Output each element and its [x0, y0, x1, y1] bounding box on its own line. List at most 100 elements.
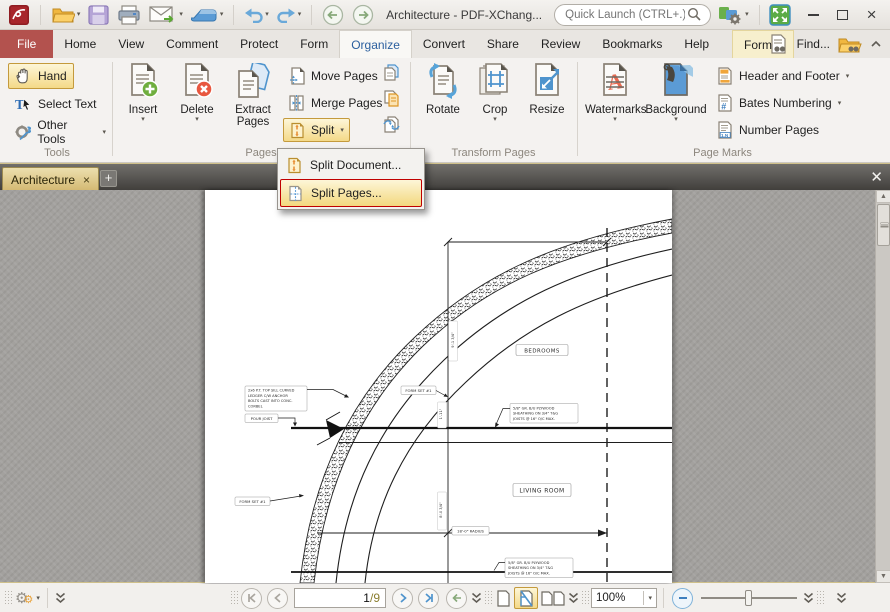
save-button[interactable]: [86, 3, 111, 27]
zoom-slider[interactable]: [701, 597, 797, 599]
delete-pages-button[interactable]: Delete ▾: [172, 62, 222, 146]
select-text-button[interactable]: T Select Text: [8, 91, 102, 117]
options-dropdown-icon[interactable]: ▾: [36, 595, 40, 602]
email-dropdown-icon[interactable]: ▾: [179, 11, 183, 18]
page-number-input[interactable]: 1/9: [294, 588, 386, 608]
redo-dropdown-icon[interactable]: ▾: [298, 11, 302, 18]
quick-launch-box[interactable]: [554, 4, 711, 26]
duplicate-pages-icon[interactable]: [383, 64, 400, 81]
rotate-pages-button[interactable]: Rotate: [418, 62, 468, 146]
view-history-expand-icon[interactable]: [471, 592, 482, 604]
continuous-view-button[interactable]: [514, 587, 538, 609]
tab-bookmarks[interactable]: Bookmarks: [591, 30, 673, 58]
resize-pages-button[interactable]: Resize: [522, 62, 572, 146]
first-page-button[interactable]: [241, 588, 262, 609]
fullscreen-button[interactable]: [767, 2, 793, 28]
find-icon[interactable]: [769, 34, 789, 54]
tab-close-icon[interactable]: ×: [83, 174, 90, 186]
tab-view[interactable]: View: [107, 30, 155, 58]
tab-file[interactable]: File: [0, 30, 53, 58]
email-button[interactable]: ▾: [147, 3, 185, 26]
zoom-out-button[interactable]: [672, 588, 693, 609]
tab-home[interactable]: Home: [53, 30, 107, 58]
scroll-down-icon[interactable]: ▼: [876, 570, 890, 583]
close-button[interactable]: ×: [859, 3, 884, 27]
ui-options-dropdown-icon[interactable]: ▾: [745, 11, 749, 18]
svg-text:FORM SET #1: FORM SET #1: [405, 388, 432, 393]
more-tools-expand-icon[interactable]: [836, 592, 847, 604]
background-button[interactable]: Background ▾: [645, 62, 707, 146]
header-footer-button[interactable]: Header and Footer ▾: [712, 64, 854, 88]
other-tools-button[interactable]: Other Tools ▾: [8, 119, 112, 145]
zoom-level-select[interactable]: 100% ▾: [591, 588, 657, 608]
document-tab-architecture[interactable]: Architecture ×: [2, 167, 99, 191]
close-document-icon[interactable]: ✕: [870, 168, 883, 186]
undo-dropdown-icon[interactable]: ▾: [265, 11, 269, 18]
exchange-pages-icon[interactable]: [383, 116, 400, 133]
back-button[interactable]: [320, 2, 346, 28]
bates-numbering-button[interactable]: # Bates Numbering ▾: [712, 91, 846, 115]
number-pages-button[interactable]: 1.N Number Pages: [712, 118, 824, 142]
tab-convert[interactable]: Convert: [412, 30, 476, 58]
hand-tool-button[interactable]: Hand: [8, 63, 74, 89]
undo-button[interactable]: ▾: [242, 4, 271, 25]
last-page-button[interactable]: [418, 588, 439, 609]
crop-pages-button[interactable]: Crop ▾: [470, 62, 520, 146]
watermarks-button[interactable]: A Watermarks ▾: [585, 62, 645, 146]
open-file-dropdown-icon[interactable]: ▾: [77, 11, 81, 18]
previous-view-button[interactable]: [446, 588, 467, 609]
previous-page-button[interactable]: [267, 588, 288, 609]
maximize-button[interactable]: [830, 3, 855, 27]
menu-item-split-pages[interactable]: Split Pages...: [280, 179, 422, 207]
next-page-button[interactable]: [392, 588, 413, 609]
toolbar-grip[interactable]: [581, 590, 589, 606]
tab-organize[interactable]: Organize: [339, 30, 412, 58]
app-logo-icon[interactable]: [6, 2, 32, 28]
ribbon: Hand T Select Text Other Tools ▾ Tools I…: [0, 58, 890, 163]
open-file-button[interactable]: ▾: [49, 3, 83, 26]
scan-dropdown-icon[interactable]: ▾: [220, 11, 224, 18]
scan-button[interactable]: ▾: [189, 4, 226, 26]
insert-pages-button[interactable]: Insert ▾: [118, 62, 168, 146]
tab-help[interactable]: Help: [673, 30, 720, 58]
crop-pages-label: Crop: [470, 104, 520, 116]
single-page-view-button[interactable]: [494, 588, 512, 608]
redo-button[interactable]: ▾: [275, 4, 304, 25]
toolbar-grip[interactable]: [230, 590, 238, 606]
scrollbar-thumb[interactable]: [877, 204, 890, 246]
find-label[interactable]: Find...: [797, 37, 830, 51]
two-page-view-button[interactable]: [540, 588, 566, 608]
replace-pages-icon[interactable]: [383, 90, 400, 107]
toolbar-grip[interactable]: [484, 590, 492, 606]
expand-panel-icon[interactable]: [55, 592, 66, 604]
tab-review[interactable]: Review: [530, 30, 591, 58]
ui-options-button[interactable]: ▾: [715, 2, 751, 28]
number-pages-icon: 1.N: [717, 121, 733, 139]
menu-item-split-document[interactable]: Split Document...: [280, 151, 422, 179]
tab-protect[interactable]: Protect: [229, 30, 289, 58]
move-pages-button[interactable]: Move Pages: [283, 64, 383, 88]
zoom-tools-expand-icon[interactable]: [803, 592, 814, 604]
scroll-up-icon[interactable]: ▲: [876, 190, 890, 203]
merge-pages-button[interactable]: Merge Pages: [283, 91, 387, 115]
forward-button[interactable]: [350, 2, 376, 28]
quick-launch-input[interactable]: [563, 8, 687, 22]
view-modes-expand-icon[interactable]: [568, 592, 579, 604]
options-gears-icon[interactable]: ⚙⚙: [15, 589, 33, 607]
print-button[interactable]: [115, 3, 143, 27]
toolbar-grip[interactable]: [4, 590, 12, 606]
tab-comment[interactable]: Comment: [155, 30, 229, 58]
zoom-slider-handle[interactable]: [745, 590, 752, 606]
minimize-button[interactable]: [801, 3, 826, 27]
split-button[interactable]: Split ▾: [283, 118, 350, 142]
new-tab-button[interactable]: +: [100, 170, 117, 187]
toolbar-grip[interactable]: [816, 590, 824, 606]
tab-form[interactable]: Form: [289, 30, 339, 58]
find-in-files-icon[interactable]: [838, 35, 862, 54]
vertical-scrollbar[interactable]: ▲ ▼: [875, 190, 890, 583]
tab-share[interactable]: Share: [476, 30, 530, 58]
number-pages-label: Number Pages: [739, 123, 819, 137]
extract-pages-button[interactable]: Extract Pages: [225, 62, 281, 146]
document-viewport[interactable]: BEDROOMS LIVING ROOM FORM SET #1 FORM SE…: [0, 190, 890, 583]
collapse-ribbon-icon[interactable]: [870, 39, 882, 49]
